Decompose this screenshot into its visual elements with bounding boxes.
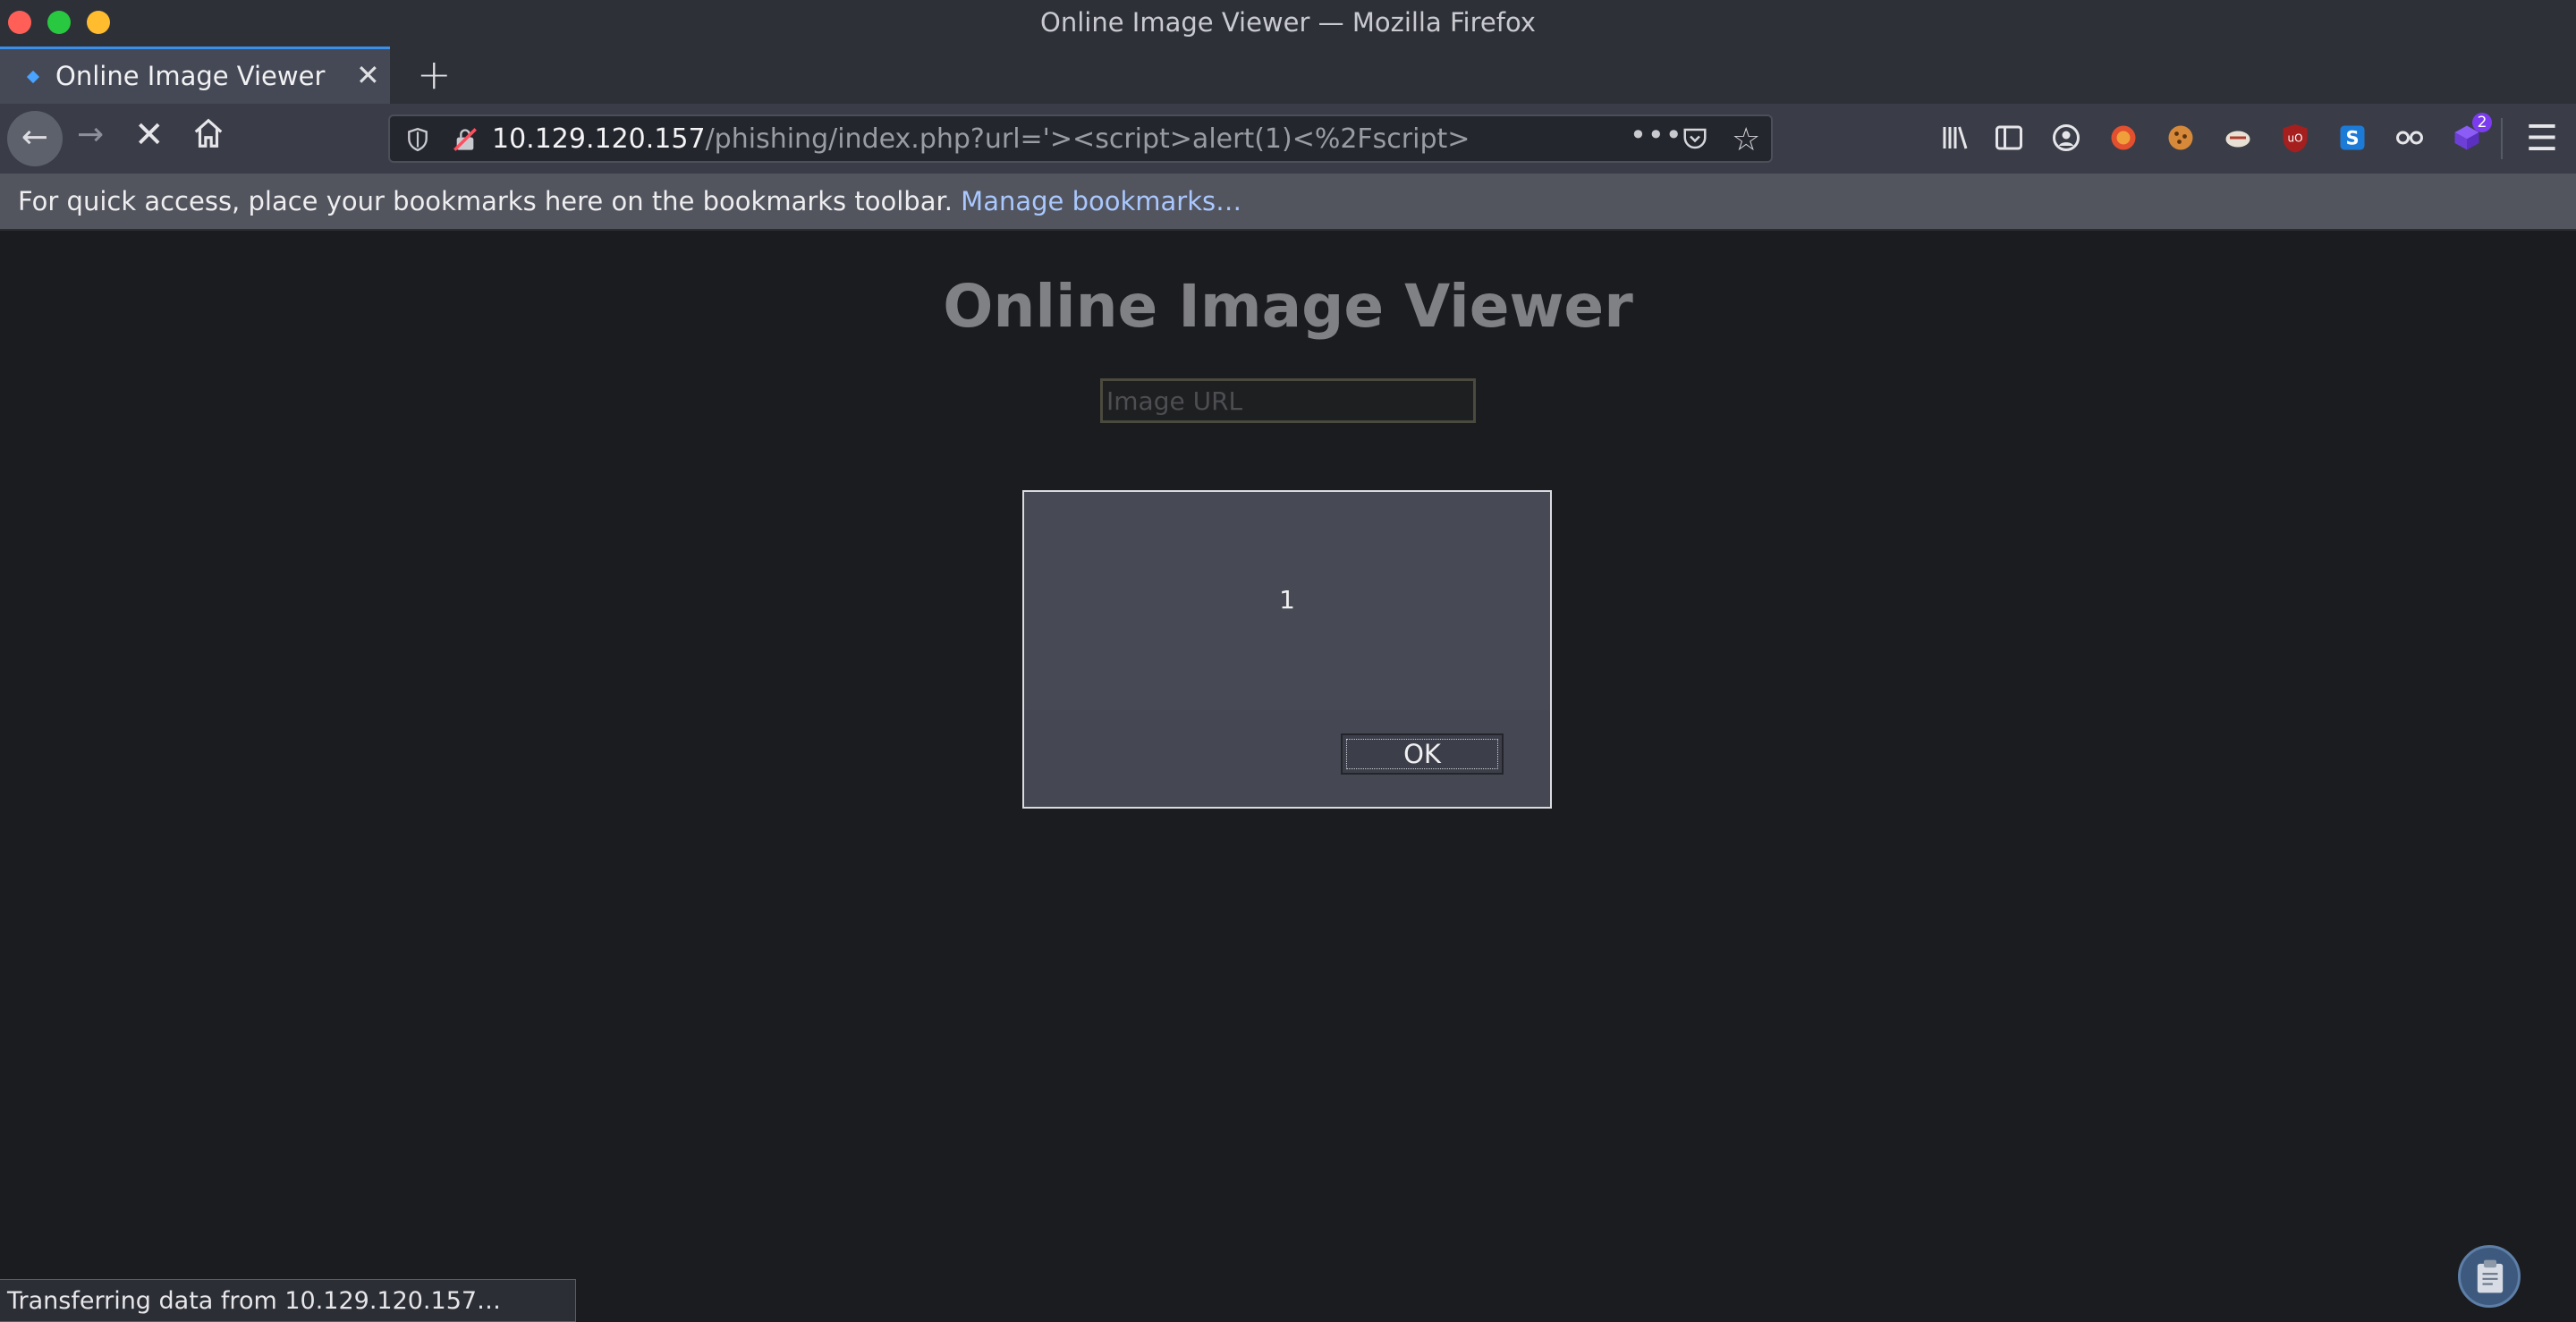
tab-close-icon[interactable]: ✕ [356, 58, 380, 92]
extension-glasses-icon[interactable] [2394, 122, 2426, 154]
account-icon[interactable] [2050, 122, 2082, 154]
library-icon[interactable] [1939, 122, 1971, 154]
page-actions-button[interactable]: ••• [1630, 118, 1683, 152]
url-bar[interactable]: 10.129.120.157/phishing/index.php?url='>… [388, 114, 1773, 163]
extension-badge: 2 [2472, 113, 2492, 132]
status-text: Transferring data from 10.129.120.157… [7, 1287, 502, 1315]
new-tab-button[interactable]: + [417, 50, 452, 98]
alert-body: 1 [1024, 492, 1550, 710]
navigation-toolbar: ← → ✕ 10.129.120.157/phishing/index.php?… [0, 104, 2576, 174]
tab-strip: Online Image Viewer ✕ + [0, 47, 2576, 104]
alert-message: 1 [1279, 585, 1295, 614]
window-title: Online Image Viewer — Mozilla Firefox [1040, 7, 1536, 38]
loading-favicon-icon [26, 70, 40, 84]
extension-foxy-icon[interactable] [2107, 122, 2140, 154]
bookmarks-toolbar: For quick access, place your bookmarks h… [0, 174, 2576, 231]
alert-ok-label: OK [1403, 739, 1441, 769]
ublock-origin-icon[interactable]: uO [2279, 122, 2311, 154]
page-content: Online Image Viewer 1 OK [0, 231, 2576, 1322]
home-icon[interactable] [191, 116, 225, 150]
url-text[interactable]: 10.129.120.157/phishing/index.php?url='>… [492, 123, 1470, 155]
manage-bookmarks-link[interactable]: Manage bookmarks… [961, 186, 1241, 216]
svg-text:S: S [2345, 128, 2359, 149]
back-button[interactable]: ← [7, 111, 63, 166]
status-panel: Transferring data from 10.129.120.157… [0, 1279, 576, 1322]
svg-text:uO: uO [2287, 132, 2302, 145]
insecure-lock-icon[interactable] [453, 127, 478, 152]
tab-online-image-viewer[interactable]: Online Image Viewer ✕ [0, 47, 390, 104]
extension-wappalyzer-icon[interactable] [2222, 122, 2254, 154]
hamburger-menu-icon[interactable]: ☰ [2526, 118, 2558, 159]
image-url-input[interactable] [1100, 378, 1476, 423]
alert-dialog: 1 OK [1022, 490, 1552, 809]
tracking-shield-icon[interactable] [406, 127, 429, 152]
clipboard-button[interactable] [2458, 1245, 2521, 1308]
stop-button[interactable]: ✕ [134, 114, 165, 156]
toolbar-divider [2501, 118, 2503, 159]
bookmarks-hint-text: For quick access, place your bookmarks h… [18, 186, 962, 216]
tab-title: Online Image Viewer [55, 61, 326, 91]
pocket-icon[interactable] [1682, 125, 1708, 152]
alert-ok-button[interactable]: OK [1341, 733, 1504, 775]
page-title: Online Image Viewer [943, 272, 1633, 341]
window-titlebar: Online Image Viewer — Mozilla Firefox [0, 0, 2576, 47]
bookmarks-hint: For quick access, place your bookmarks h… [18, 186, 1241, 216]
extension-s-icon[interactable]: S [2336, 122, 2368, 154]
cookie-editor-icon[interactable] [2165, 122, 2197, 154]
url-host: 10.129.120.157 [492, 123, 706, 155]
sidebar-icon[interactable] [1993, 122, 2025, 154]
clipboard-icon [2477, 1259, 2504, 1293]
url-path: /phishing/index.php?url='><script>alert(… [705, 123, 1470, 155]
bookmark-star-icon[interactable]: ☆ [1732, 122, 1760, 158]
forward-button[interactable]: → [77, 116, 104, 153]
